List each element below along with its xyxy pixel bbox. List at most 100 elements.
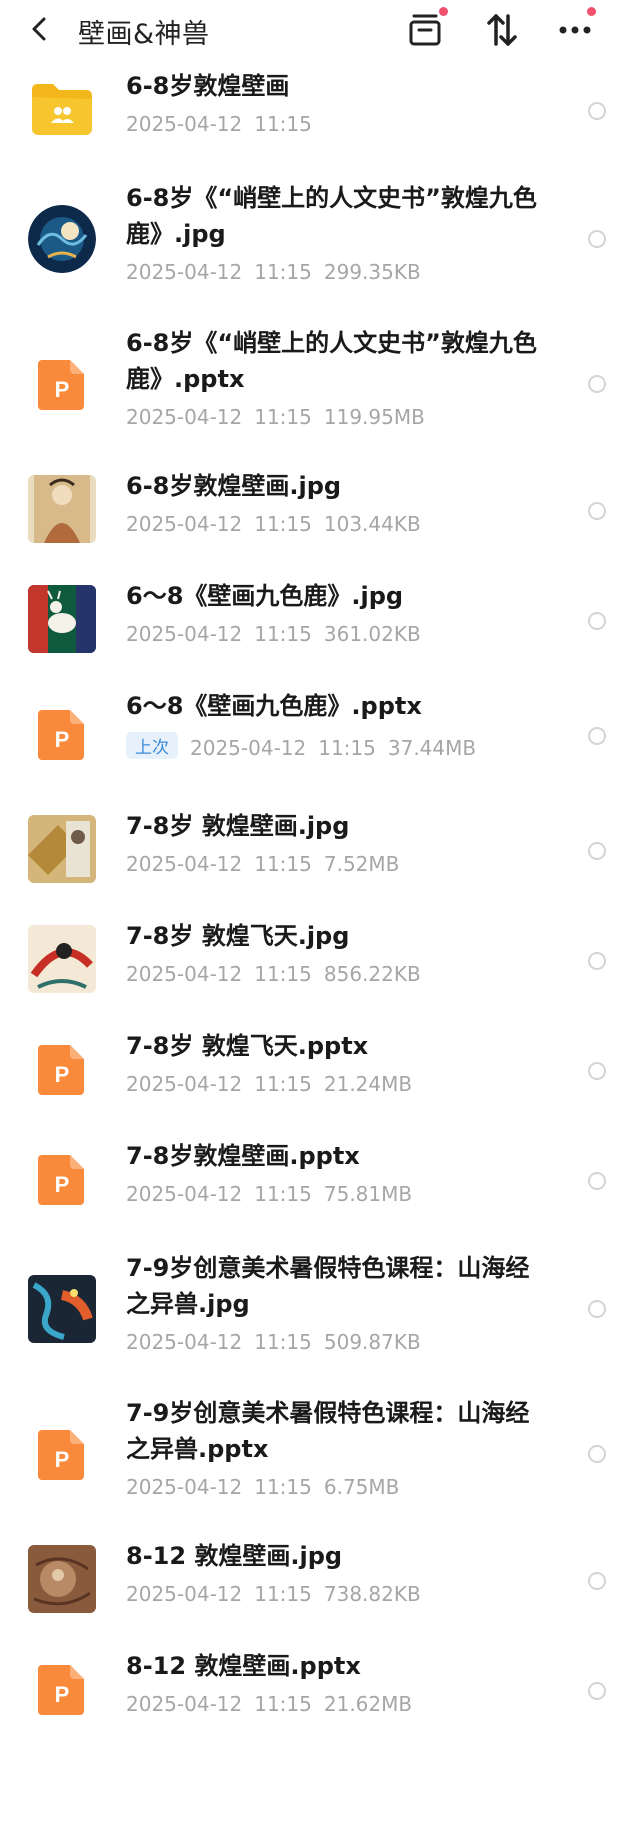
file-item[interactable]: 6-8岁《“峭壁上的人文史书”敦煌九色鹿》.jpg 2025-04-12 11:15… — [0, 168, 640, 313]
file-date: 2025-04-12 — [126, 112, 243, 136]
file-date: 2025-04-12 — [126, 1330, 243, 1354]
more-icon[interactable] — [555, 7, 596, 50]
file-date: 2025-04-12 — [126, 622, 243, 646]
file-name: 6～8《壁画九色鹿》.jpg — [126, 582, 404, 610]
select-radio[interactable] — [588, 952, 606, 970]
file-date: 2025-04-12 — [126, 260, 243, 284]
file-item[interactable]: 8-12 敦煌壁画.jpg 2025-04-12 11:15 738.82KB — [0, 1528, 640, 1638]
file-date: 2025-04-12 — [126, 1072, 243, 1096]
last-opened-badge: 上次 — [126, 732, 178, 759]
select-radio[interactable] — [588, 842, 606, 860]
select-radio[interactable] — [588, 375, 606, 393]
file-size: 738.82KB — [323, 1582, 421, 1606]
file-time: 11:15 — [254, 1182, 312, 1206]
file-meta: 2025-04-12 11:15 509.87KB — [126, 1330, 433, 1354]
file-date: 2025-04-12 — [126, 1182, 243, 1206]
file-size: 75.81MB — [323, 1182, 413, 1206]
svg-text:P: P — [55, 1682, 70, 1707]
file-size: 509.87KB — [323, 1330, 421, 1354]
select-radio[interactable] — [588, 230, 606, 248]
file-meta: 2025-04-12 11:15 — [126, 112, 324, 136]
file-meta: 2025-04-12 11:15 21.24MB — [126, 1072, 424, 1096]
file-item[interactable]: P 8-12 敦煌壁画.pptx 2025-04-12 11:15 21.62MB — [0, 1638, 640, 1748]
file-item[interactable]: 6～8《壁画九色鹿》.jpg 2025-04-12 11:15 361.02KB — [0, 568, 640, 678]
folder-icon — [28, 75, 96, 143]
file-time: 11:15 — [318, 736, 376, 760]
file-meta: 2025-04-12 11:15 119.95MB — [126, 405, 437, 429]
file-item[interactable]: P 7-9岁创意美术暑假特色课程：山海经之异兽.pptx 2025-04-12 11:… — [0, 1383, 640, 1528]
file-size: 361.02KB — [323, 622, 421, 646]
file-time: 11:15 — [254, 512, 312, 536]
file-size: 7.52MB — [323, 852, 400, 876]
select-radio[interactable] — [588, 1682, 606, 1700]
pptx-file-icon: P — [28, 350, 96, 418]
file-meta: 2025-04-12 11:15 103.44KB — [126, 512, 433, 536]
file-meta: 2025-04-12 11:15 361.02KB — [126, 622, 433, 646]
file-name: 7-8岁敦煌壁画.pptx — [126, 1142, 360, 1170]
file-item[interactable]: P 7-8岁敦煌壁画.pptx 2025-04-12 11:15 75.81MB — [0, 1128, 640, 1238]
file-item[interactable]: P 7-8岁 敦煌飞天.pptx 2025-04-12 11:15 21.24MB — [0, 1018, 640, 1128]
archive-icon[interactable] — [405, 7, 448, 50]
file-date: 2025-04-12 — [126, 1475, 243, 1499]
image-thumbnail — [28, 925, 96, 993]
file-date: 2025-04-12 — [126, 1692, 243, 1716]
file-size: 299.35KB — [323, 260, 421, 284]
file-time: 11:15 — [254, 112, 312, 136]
file-item[interactable]: 6-8岁敦煌壁画.jpg 2025-04-12 11:15 103.44KB — [0, 458, 640, 568]
select-radio[interactable] — [588, 1062, 606, 1080]
svg-text:P: P — [55, 377, 70, 402]
file-time: 11:15 — [254, 622, 312, 646]
file-meta: 2025-04-12 11:15 75.81MB — [126, 1182, 424, 1206]
file-name: 7-8岁 敦煌飞天.jpg — [126, 922, 350, 950]
file-meta: 2025-04-12 11:15 738.82KB — [126, 1582, 433, 1606]
file-item[interactable]: 7-9岁创意美术暑假特色课程：山海经之异兽.jpg 2025-04-12 11:15… — [0, 1238, 640, 1383]
file-item[interactable]: P 6～8《壁画九色鹿》.pptx 上次 2025-04-12 11:15 37.44MB — [0, 678, 640, 798]
file-name: 7-9岁创意美术暑假特色课程：山海经之异兽.pptx — [126, 1399, 530, 1463]
svg-text:P: P — [55, 1062, 70, 1087]
file-date: 2025-04-12 — [126, 1582, 243, 1606]
back-arrow-icon[interactable] — [26, 14, 54, 44]
svg-text:P: P — [55, 727, 70, 752]
svg-text:P: P — [55, 1447, 70, 1472]
svg-text:P: P — [55, 1172, 70, 1197]
file-meta: 2025-04-12 11:15 21.62MB — [126, 1692, 424, 1716]
file-time: 11:15 — [254, 1692, 312, 1716]
file-size: 21.62MB — [323, 1692, 413, 1716]
file-time: 11:15 — [254, 1072, 312, 1096]
select-radio[interactable] — [588, 502, 606, 520]
file-meta: 2025-04-12 11:15 6.75MB — [126, 1475, 411, 1499]
image-thumbnail — [28, 1275, 96, 1343]
file-item[interactable]: 7-8岁 敦煌飞天.jpg 2025-04-12 11:15 856.22KB — [0, 908, 640, 1018]
file-item[interactable]: 7-8岁 敦煌壁画.jpg 2025-04-12 11:15 7.52MB — [0, 798, 640, 908]
pptx-file-icon: P — [28, 1145, 96, 1213]
sort-icon[interactable] — [482, 10, 522, 50]
image-thumbnail — [28, 585, 96, 653]
top-bar: 壁画&神兽 — [0, 0, 640, 58]
file-date: 2025-04-12 — [190, 736, 307, 760]
file-time: 11:15 — [254, 1475, 312, 1499]
file-date: 2025-04-12 — [126, 852, 243, 876]
page-title: 壁画&神兽 — [78, 19, 210, 50]
file-date: 2025-04-12 — [126, 512, 243, 536]
select-radio[interactable] — [588, 1445, 606, 1463]
file-item[interactable]: P 6-8岁《“峭壁上的人文史书”敦煌九色鹿》.pptx 2025-04-12 11:… — [0, 313, 640, 458]
select-radio[interactable] — [588, 1300, 606, 1318]
file-meta: 上次 2025-04-12 11:15 37.44MB — [126, 732, 488, 760]
notification-dot — [587, 7, 596, 16]
file-name: 6-8岁敦煌壁画 — [126, 72, 290, 100]
select-radio[interactable] — [588, 727, 606, 745]
select-radio[interactable] — [588, 612, 606, 630]
pptx-file-icon: P — [28, 1035, 96, 1103]
select-radio[interactable] — [588, 102, 606, 120]
select-radio[interactable] — [588, 1172, 606, 1190]
file-name: 6-8岁《“峭壁上的人文史书”敦煌九色鹿》.pptx — [126, 329, 537, 393]
file-time: 11:15 — [254, 962, 312, 986]
pptx-file-icon: P — [28, 1420, 96, 1488]
image-thumbnail — [28, 815, 96, 883]
file-time: 11:15 — [254, 405, 312, 429]
select-radio[interactable] — [588, 1572, 606, 1590]
file-name: 8-12 敦煌壁画.jpg — [126, 1542, 343, 1570]
file-list: 6-8岁敦煌壁画 2025-04-12 11:15 6-8岁《“峭壁上的人文史书”敦煌… — [0, 58, 640, 1748]
folder-item[interactable]: 6-8岁敦煌壁画 2025-04-12 11:15 — [0, 58, 640, 168]
file-meta: 2025-04-12 11:15 856.22KB — [126, 962, 433, 986]
